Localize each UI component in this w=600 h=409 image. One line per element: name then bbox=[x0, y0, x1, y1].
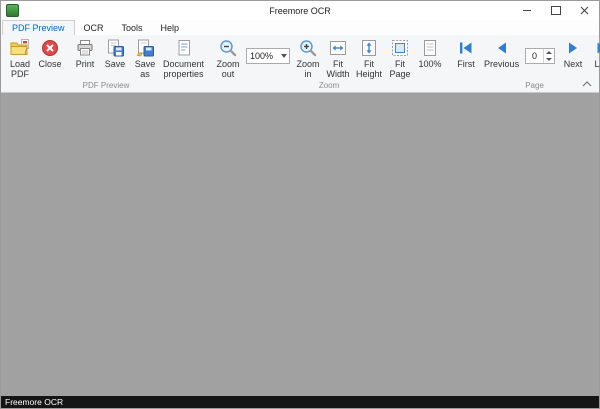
ribbon-toolbar: Load PDF Close bbox=[1, 35, 599, 93]
previous-page-label: Previous bbox=[484, 59, 519, 69]
close-pdf-button[interactable]: Close bbox=[35, 36, 65, 69]
save-as-icon bbox=[136, 38, 154, 58]
fit-height-label: Fit Height bbox=[356, 59, 382, 79]
save-as-label: Save as bbox=[135, 59, 156, 79]
group-label-zoom: Zoom bbox=[213, 81, 445, 92]
document-properties-icon bbox=[175, 38, 193, 58]
document-properties-label: Document properties bbox=[163, 59, 204, 79]
fit-width-icon bbox=[329, 38, 347, 58]
minimize-icon bbox=[523, 10, 531, 11]
window-controls bbox=[512, 1, 599, 20]
page-number-input[interactable]: 0 bbox=[525, 48, 555, 64]
group-pdf-preview: Load PDF Close bbox=[3, 35, 209, 92]
close-icon bbox=[580, 6, 589, 15]
fit-page-icon bbox=[391, 38, 409, 58]
statusbar-text: Freemore OCR bbox=[5, 397, 63, 407]
zoom-out-icon bbox=[218, 38, 238, 58]
save-as-button[interactable]: Save as bbox=[130, 36, 160, 79]
chevron-down-icon[interactable] bbox=[278, 54, 289, 58]
zoom-level-value: 100% bbox=[247, 51, 278, 61]
app-icon bbox=[6, 4, 19, 17]
last-page-icon bbox=[594, 38, 600, 58]
actual-size-icon bbox=[421, 38, 439, 58]
next-page-label: Next bbox=[564, 59, 583, 69]
menu-tabs: PDF Preview OCR Tools Help bbox=[1, 20, 599, 35]
zoom-out-button[interactable]: Zoom out bbox=[213, 36, 243, 79]
fit-page-label: Fit Page bbox=[390, 59, 411, 79]
maximize-icon bbox=[551, 6, 561, 15]
actual-size-label: 100% bbox=[419, 59, 442, 69]
save-icon bbox=[106, 38, 124, 58]
save-label: Save bbox=[105, 59, 126, 69]
statusbar: Freemore OCR bbox=[1, 396, 599, 408]
tab-help[interactable]: Help bbox=[152, 20, 189, 35]
tab-pdf-preview[interactable]: PDF Preview bbox=[2, 20, 75, 35]
first-page-button[interactable]: First bbox=[451, 36, 481, 69]
tab-tools[interactable]: Tools bbox=[113, 20, 152, 35]
next-page-button[interactable]: Next bbox=[558, 36, 588, 69]
save-button[interactable]: Save bbox=[100, 36, 130, 69]
tab-ocr[interactable]: OCR bbox=[75, 20, 113, 35]
fit-width-button[interactable]: Fit Width bbox=[323, 36, 353, 79]
fit-page-button[interactable]: Fit Page bbox=[385, 36, 415, 79]
zoom-in-button[interactable]: Zoom in bbox=[293, 36, 323, 79]
group-label-page: Page bbox=[451, 81, 600, 92]
previous-page-button[interactable]: Previous bbox=[481, 36, 522, 69]
minimize-button[interactable] bbox=[512, 1, 541, 20]
chevron-up-icon bbox=[582, 81, 592, 87]
zoom-out-label: Zoom out bbox=[217, 59, 240, 79]
print-button[interactable]: Print bbox=[70, 36, 100, 69]
group-page: First Previous 0 bbox=[449, 35, 600, 92]
page-number-spinner bbox=[543, 49, 554, 63]
last-page-label: Last bbox=[595, 59, 600, 69]
fit-height-button[interactable]: Fit Height bbox=[353, 36, 385, 79]
close-circle-icon bbox=[41, 38, 59, 58]
load-pdf-icon bbox=[10, 38, 30, 58]
first-page-label: First bbox=[457, 59, 475, 69]
next-page-icon bbox=[564, 38, 582, 58]
maximize-button[interactable] bbox=[541, 1, 570, 20]
titlebar: Freemore OCR bbox=[1, 1, 599, 20]
close-pdf-label: Close bbox=[38, 59, 61, 69]
spinner-up-icon[interactable] bbox=[544, 49, 554, 56]
fit-width-label: Fit Width bbox=[327, 59, 350, 79]
app-window: Freemore OCR PDF Preview OCR Tools Help bbox=[0, 0, 600, 409]
actual-size-button[interactable]: 100% bbox=[415, 36, 445, 69]
close-window-button[interactable] bbox=[570, 1, 599, 20]
load-pdf-button[interactable]: Load PDF bbox=[5, 36, 35, 79]
group-label-pdf-preview: PDF Preview bbox=[5, 81, 207, 92]
zoom-in-icon bbox=[298, 38, 318, 58]
zoom-level-combobox[interactable]: 100% bbox=[246, 48, 290, 64]
first-page-icon bbox=[457, 38, 475, 58]
print-label: Print bbox=[76, 59, 95, 69]
collapse-ribbon-button[interactable] bbox=[582, 81, 592, 87]
group-zoom: Zoom out 100% Zoom in bbox=[211, 35, 447, 92]
window-title: Freemore OCR bbox=[1, 6, 599, 16]
document-properties-button[interactable]: Document properties bbox=[160, 36, 207, 79]
previous-page-icon bbox=[493, 38, 511, 58]
zoom-in-label: Zoom in bbox=[297, 59, 320, 79]
page-number-value: 0 bbox=[526, 49, 543, 63]
spinner-down-icon[interactable] bbox=[544, 56, 554, 63]
document-preview-area bbox=[1, 93, 599, 396]
load-pdf-label: Load PDF bbox=[10, 59, 30, 79]
fit-height-icon bbox=[360, 38, 378, 58]
print-icon bbox=[76, 38, 94, 58]
last-page-button[interactable]: Last bbox=[588, 36, 600, 69]
